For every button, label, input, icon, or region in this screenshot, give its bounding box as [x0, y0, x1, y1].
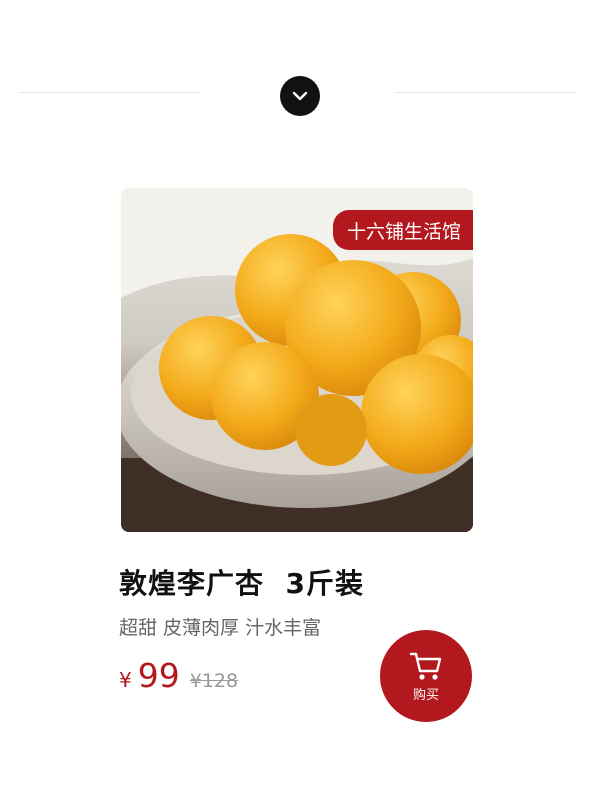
divider-right: [395, 92, 575, 93]
shop-tag: 十六铺生活馆: [333, 210, 473, 250]
divider-left: [18, 92, 200, 93]
product-title: 敦煌李广杏 3斤装: [119, 567, 364, 600]
shopping-cart-icon: [409, 652, 442, 680]
original-price: ¥128: [189, 670, 239, 692]
buy-button[interactable]: 购买: [380, 630, 472, 722]
price-row: ¥ 99 ¥128: [119, 656, 238, 700]
product-image[interactable]: 十六铺生活馆: [121, 188, 473, 532]
expand-toggle-button[interactable]: [280, 76, 320, 116]
currency-symbol: ¥: [119, 668, 132, 692]
buy-label: 购买: [412, 687, 439, 703]
chevron-down-icon: [292, 91, 308, 101]
price-value: 99: [137, 656, 180, 695]
product-subtitle: 超甜 皮薄肉厚 汁水丰富: [119, 617, 322, 639]
